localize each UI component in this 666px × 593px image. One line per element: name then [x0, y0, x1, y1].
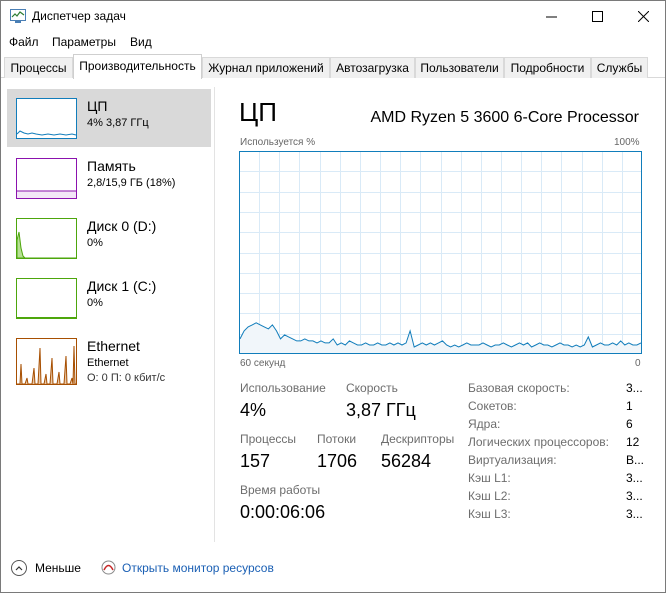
spec-label: Кэш L3: [468, 507, 511, 521]
spec-label: Виртуализация: [468, 453, 557, 467]
spec-label: Базовая скорость: [468, 381, 570, 395]
close-button[interactable] [620, 1, 666, 31]
graph-time-label: 60 секунд [240, 358, 286, 369]
task-manager-icon [10, 9, 26, 23]
sidebar-item-subtitle: 0% [87, 297, 103, 309]
uptime-value: 0:00:06:06 [240, 502, 326, 522]
sidebar-item-disk-1[interactable]: Диск 1 (C:) 0% [7, 269, 211, 327]
cpu-model-name: AMD Ryzen 5 3600 6-Core Processor [370, 109, 639, 126]
spec-value: 12 [626, 435, 640, 449]
spec-value: 1 [626, 399, 633, 413]
sidebar-item-title: Ethernet [87, 338, 140, 354]
maximize-button[interactable] [574, 1, 620, 31]
spec-value: 3... [626, 471, 643, 485]
sidebar-item-memory[interactable]: Память 2,8/15,9 ГБ (18%) [7, 149, 211, 207]
speed-label: Скорость [346, 381, 398, 395]
graph-y-max: 100% [614, 137, 640, 148]
disk-1-thumbnail-chart [16, 278, 77, 319]
tab-performance[interactable]: Производительность [73, 54, 202, 79]
menu-file[interactable]: Файл [9, 35, 39, 49]
spec-label: Кэш L2: [468, 489, 511, 503]
task-manager-window: Диспетчер задач Файл Параметры Вид Проце… [0, 0, 666, 593]
performance-sidebar: ЦП 4% 3,87 ГГц Память 2,8/15,9 ГБ (18%) … [2, 79, 212, 549]
title-bar: Диспетчер задач [1, 1, 665, 31]
menu-options[interactable]: Параметры [52, 35, 116, 49]
close-icon [637, 10, 649, 22]
chevron-up-icon [11, 560, 27, 576]
processes-label: Процессы [240, 432, 297, 446]
tab-app-history[interactable]: Журнал приложений [202, 57, 330, 78]
sidebar-item-subtitle: Ethernet [87, 357, 129, 369]
panel-divider [214, 87, 215, 542]
handles-value: 56284 [381, 451, 432, 471]
disk-0-thumbnail-chart [16, 218, 77, 259]
spec-value: 3... [626, 489, 643, 503]
fewer-details-button[interactable]: Меньше [11, 560, 81, 576]
window-title: Диспетчер задач [32, 9, 126, 23]
sidebar-item-ethernet[interactable]: Ethernet Ethernet О: 0 П: 0 кбит/с [7, 329, 211, 393]
cpu-thumbnail-chart [16, 98, 77, 139]
minimize-icon [545, 16, 557, 17]
footer: Меньше Открыть монитор ресурсов [1, 550, 665, 592]
spec-label: Сокетов: [468, 399, 517, 413]
maximize-icon [591, 10, 603, 22]
sidebar-item-cpu[interactable]: ЦП 4% 3,87 ГГц [7, 89, 211, 147]
tab-bar: Процессы Производительность Журнал прило… [1, 54, 665, 79]
menu-bar: Файл Параметры Вид [1, 32, 665, 52]
uptime-label: Время работы [240, 483, 321, 497]
sidebar-item-disk-0[interactable]: Диск 0 (D:) 0% [7, 209, 211, 267]
threads-label: Потоки [317, 432, 357, 446]
handles-label: Дескрипторы [381, 432, 455, 446]
resource-monitor-icon [101, 560, 116, 575]
sidebar-item-title: Диск 1 (C:) [87, 278, 157, 294]
spec-value: 3... [626, 507, 643, 521]
tab-services[interactable]: Службы [591, 57, 648, 78]
usage-value: 4% [240, 400, 267, 420]
threads-value: 1706 [317, 451, 358, 471]
spec-value: 6 [626, 417, 633, 431]
tab-details[interactable]: Подробности [504, 57, 591, 78]
ethernet-thumbnail-chart [16, 338, 77, 385]
tab-startup[interactable]: Автозагрузка [330, 57, 415, 78]
memory-thumbnail-chart [16, 158, 77, 199]
graph-y-label: Используется % [240, 137, 316, 148]
processes-value: 157 [240, 451, 271, 471]
graph-zero-label: 0 [635, 358, 641, 369]
cpu-heading: ЦП [239, 97, 277, 127]
open-resource-monitor-link[interactable]: Открыть монитор ресурсов [101, 560, 274, 575]
minimize-button[interactable] [528, 1, 574, 31]
cpu-usage-graph [239, 151, 642, 354]
sidebar-item-title: ЦП [87, 98, 108, 114]
sidebar-item-title: Память [87, 158, 136, 174]
spec-value: В... [626, 453, 645, 467]
spec-label: Ядра: [468, 417, 501, 431]
tab-users[interactable]: Пользователи [415, 57, 504, 78]
resource-monitor-label: Открыть монитор ресурсов [122, 560, 274, 575]
fewer-details-label: Меньше [35, 561, 81, 575]
sidebar-item-detail: О: 0 П: 0 кбит/с [87, 372, 166, 384]
usage-label: Использование [240, 381, 326, 395]
sidebar-item-subtitle: 0% [87, 237, 103, 249]
sidebar-item-subtitle: 4% 3,87 ГГц [87, 117, 149, 129]
spec-label: Логических процессоров: [468, 435, 609, 449]
menu-view[interactable]: Вид [130, 35, 152, 49]
sidebar-item-subtitle: 2,8/15,9 ГБ (18%) [87, 177, 176, 189]
tab-processes[interactable]: Процессы [4, 57, 73, 78]
spec-label: Кэш L1: [468, 471, 511, 485]
speed-value: 3,87 ГГц [346, 400, 416, 420]
spec-value: 3... [626, 381, 643, 395]
sidebar-item-title: Диск 0 (D:) [87, 218, 157, 234]
